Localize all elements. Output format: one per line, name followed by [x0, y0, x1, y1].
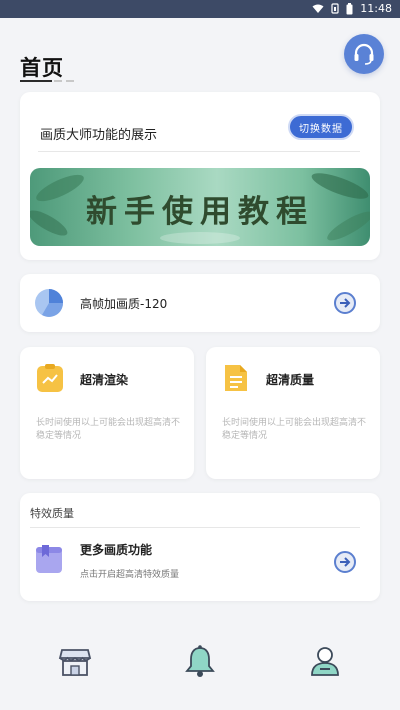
banner-text: 新手使用教程 — [86, 194, 314, 230]
title-underline — [20, 80, 52, 82]
pie-chart-icon — [35, 289, 63, 317]
tutorial-banner[interactable]: 新手使用教程 — [30, 168, 370, 246]
headset-icon — [354, 43, 374, 65]
divider — [38, 151, 360, 152]
divider — [30, 527, 360, 528]
hf-quality-label: 高帧加画质-120 — [80, 297, 168, 311]
section-label: 特效质量 — [30, 507, 74, 520]
feature-title: 超清渲染 — [80, 373, 129, 387]
switch-data-button[interactable]: 切换数据 — [288, 114, 354, 140]
feature-card-render[interactable]: 超清渲染 长时间使用以上可能会出现超高清不稳定等情况 — [20, 347, 194, 479]
store-icon — [58, 649, 92, 676]
bottom-nav — [0, 636, 400, 696]
feature-title: 超清质量 — [266, 373, 315, 387]
bell-icon — [185, 645, 215, 677]
arrow-right-icon — [340, 557, 351, 567]
profile-icon — [311, 647, 339, 676]
bookmark-book-icon — [36, 545, 62, 573]
hf-quality-card[interactable]: 高帧加画质-120 — [20, 274, 380, 332]
nav-profile[interactable] — [308, 644, 342, 678]
page-title: 首页 — [20, 56, 64, 80]
arrow-right-icon — [340, 298, 351, 308]
tab-indicator-dot — [66, 80, 74, 82]
hf-quality-arrow-button[interactable] — [334, 292, 356, 314]
status-bar: 11:48 — [0, 0, 400, 18]
document-icon — [225, 365, 247, 391]
clipboard-chart-icon — [37, 364, 63, 392]
more-features-title[interactable]: 更多画质功能 — [80, 541, 152, 558]
nav-home[interactable] — [58, 644, 92, 678]
feature-desc: 长时间使用以上可能会出现超高清不稳定等情况 — [36, 418, 181, 441]
showcase-title: 画质大师功能的展示 — [40, 128, 158, 143]
customer-support-button[interactable] — [344, 34, 384, 74]
showcase-card: 画质大师功能的展示 切换数据 新手使用教程 — [20, 92, 380, 260]
effect-quality-card: 特效质量 更多画质功能 点击开启超高清特效质量 — [20, 493, 380, 601]
feature-desc: 长时间使用以上可能会出现超高清不稳定等情况 — [222, 418, 367, 441]
signal-icon — [331, 3, 339, 14]
tab-indicator-dot — [54, 80, 62, 82]
wifi-icon — [312, 4, 324, 13]
feature-card-quality[interactable]: 超清质量 长时间使用以上可能会出现超高清不稳定等情况 — [206, 347, 380, 479]
nav-notifications[interactable] — [183, 644, 217, 678]
more-features-arrow-button[interactable] — [334, 551, 356, 573]
more-features-desc: 点击开启超高清特效质量 — [80, 570, 180, 580]
status-time: 11:48 — [360, 2, 392, 15]
battery-icon — [346, 2, 353, 14]
